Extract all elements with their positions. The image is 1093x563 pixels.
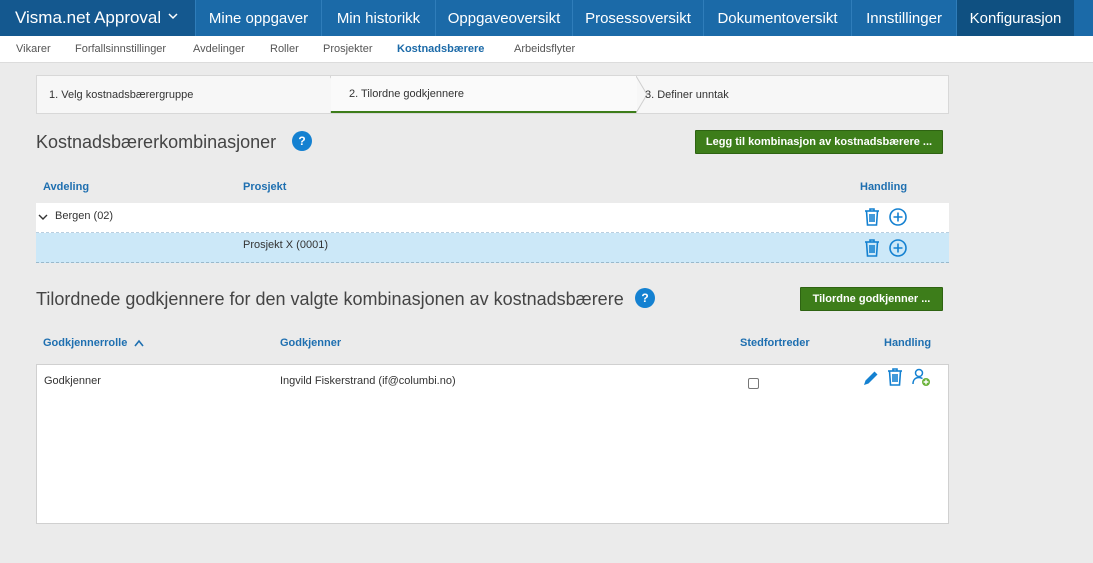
project-cell: Prosjekt X (0001) [243,239,328,251]
role-cell: Godkjenner [44,375,101,387]
help-icon[interactable]: ? [635,288,655,308]
column-header-approver[interactable]: Godkjenner [280,337,341,349]
subnav-roller[interactable]: Roller [270,43,299,55]
approver-cell: Ingvild Fiskerstrand (if@columbi.no) [280,375,456,387]
nav-prosessoversikt[interactable]: Prosessoversikt [572,0,703,36]
app-switcher[interactable]: Visma.net Approval [0,0,195,36]
add-circle-icon[interactable] [888,207,908,227]
wizard-steps: 1. Velg kostnadsbærergruppe 2. Tilordne … [36,75,949,114]
wizard-step-label: 3. Definer unntak [645,88,729,101]
subnav-kostnadsbaerere[interactable]: Kostnadsbærere [397,43,484,55]
column-header-action: Handling [860,181,908,193]
column-header-action: Handling [884,337,932,349]
wizard-step-label: 2. Tilordne godkjennere [349,87,464,100]
trash-icon[interactable] [862,238,882,258]
help-icon[interactable]: ? [292,131,312,151]
table-row[interactable]: Bergen (02) [36,203,949,233]
chevron-down-icon[interactable] [38,212,48,222]
subnav-forfallsinnstillinger[interactable]: Forfallsinnstillinger [75,43,166,55]
subnav-vikarer[interactable]: Vikarer [16,43,51,55]
app-name: Visma.net Approval [15,8,162,27]
nav-innstillinger[interactable]: Innstillinger [851,0,956,36]
add-combination-button[interactable]: Legg til kombinasjon av kostnadsbærere .… [695,130,943,154]
sort-ascending-icon [134,339,145,347]
column-header-role[interactable]: Godkjennerrolle [43,337,145,349]
nav-konfigurasjon[interactable]: Konfigurasjon [956,0,1074,36]
subnav-avdelinger[interactable]: Avdelinger [193,43,245,55]
sub-navigation: Vikarer Forfallsinnstillinger Avdelinger… [0,36,1093,63]
wizard-step-1[interactable]: 1. Velg kostnadsbærergruppe [37,76,331,113]
department-cell: Bergen (02) [55,210,114,222]
add-user-icon[interactable] [911,367,931,387]
nav-min-historikk[interactable]: Min historikk [321,0,435,36]
trash-icon[interactable] [885,367,905,387]
column-header-department[interactable]: Avdeling [43,181,89,193]
column-header-label: Godkjennerrolle [43,337,128,349]
wizard-step-2[interactable]: 2. Tilordne godkjennere [331,76,637,113]
substitute-checkbox[interactable] [748,378,759,389]
approvers-title: Tilordnede godkjennere for den valgte ko… [36,289,624,309]
top-navigation: Visma.net Approval Mine oppgaver Min his… [0,0,1093,36]
table-row[interactable]: Godkjenner Ingvild Fiskerstrand (if@colu… [37,365,948,399]
nav-oppgaveoversikt[interactable]: Oppgaveoversikt [435,0,572,36]
approvers-table: Godkjenner Ingvild Fiskerstrand (if@colu… [36,364,949,524]
nav-dokumentoversikt[interactable]: Dokumentoversikt [703,0,851,36]
wizard-step-3[interactable]: 3. Definer unntak [637,76,948,113]
column-header-substitute[interactable]: Stedfortreder [740,337,810,349]
pencil-icon[interactable] [861,368,881,388]
subnav-arbeidsflyter[interactable]: Arbeidsflyter [514,43,575,55]
combinations-title: Kostnadsbærerkombinasjoner [36,132,277,152]
add-circle-icon[interactable] [888,238,908,258]
column-header-project[interactable]: Prosjekt [243,181,286,193]
table-row[interactable]: Prosjekt X (0001) [36,233,949,263]
nav-mine-oppgaver[interactable]: Mine oppgaver [195,0,321,36]
subnav-prosjekter[interactable]: Prosjekter [323,43,373,55]
chevron-down-icon [168,13,178,20]
assign-approver-button[interactable]: Tilordne godkjenner ... [800,287,943,311]
wizard-step-label: 1. Velg kostnadsbærergruppe [49,88,194,101]
trash-icon[interactable] [862,207,882,227]
